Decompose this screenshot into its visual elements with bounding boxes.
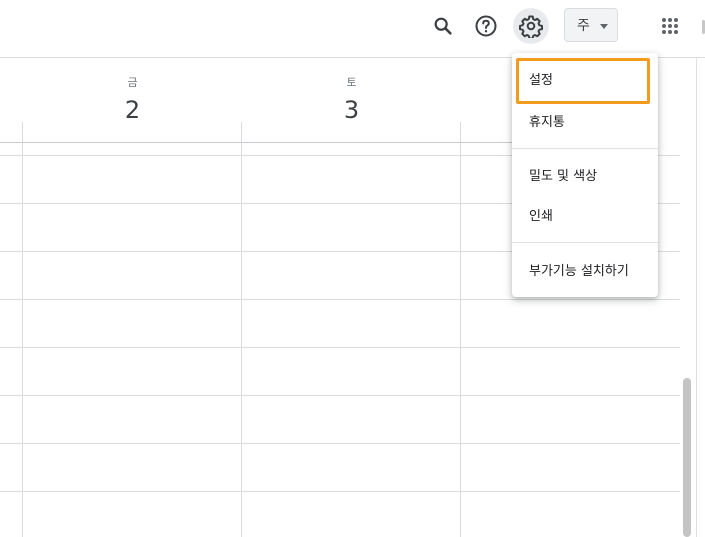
grid-vline	[460, 122, 461, 537]
menu-divider	[512, 148, 658, 149]
view-selector[interactable]: 주	[564, 8, 618, 42]
grid-hline	[0, 491, 680, 492]
menu-item-label: 밀도 및 색상	[529, 168, 598, 184]
grid-vline	[22, 122, 23, 537]
grid-hline	[0, 395, 680, 396]
scrollbar-thumb[interactable]	[683, 378, 691, 537]
top-bar: 주	[0, 0, 705, 58]
menu-item-label: 부가기능 설치하기	[529, 263, 629, 279]
day-header-fri[interactable]: 금 2	[23, 58, 242, 124]
grid-hline	[0, 443, 680, 444]
chevron-down-icon	[600, 24, 608, 29]
selection-highlight	[516, 58, 650, 104]
menu-divider	[512, 242, 658, 243]
menu-item-print[interactable]: 인쇄	[512, 194, 658, 234]
day-number[interactable]: 2	[23, 96, 242, 124]
menu-item-label: 휴지통	[529, 114, 565, 130]
day-of-week: 금	[127, 76, 138, 89]
help-button[interactable]	[468, 8, 504, 44]
menu-item-label: 인쇄	[529, 208, 553, 224]
help-icon	[475, 15, 497, 37]
allday-divider	[0, 142, 512, 143]
settings-icon	[519, 15, 543, 38]
settings-button[interactable]	[513, 8, 549, 44]
grid-hline	[0, 299, 680, 300]
day-number[interactable]: 3	[242, 96, 461, 124]
day-of-week: 토	[346, 76, 357, 89]
day-header-sat[interactable]: 토 3	[242, 58, 461, 124]
search-button[interactable]	[425, 8, 461, 44]
view-label: 주	[577, 18, 590, 34]
scrollbar-track	[696, 57, 697, 537]
menu-item-trash[interactable]: 휴지통	[512, 100, 658, 140]
menu-item-density-color[interactable]: 밀도 및 색상	[512, 154, 658, 194]
menu-item-install-addons[interactable]: 부가기능 설치하기	[512, 249, 658, 289]
grid-vline	[241, 122, 242, 537]
search-icon	[434, 17, 452, 35]
apps-grid-icon	[662, 18, 678, 34]
apps-button[interactable]	[652, 8, 688, 44]
grid-hline	[0, 347, 680, 348]
